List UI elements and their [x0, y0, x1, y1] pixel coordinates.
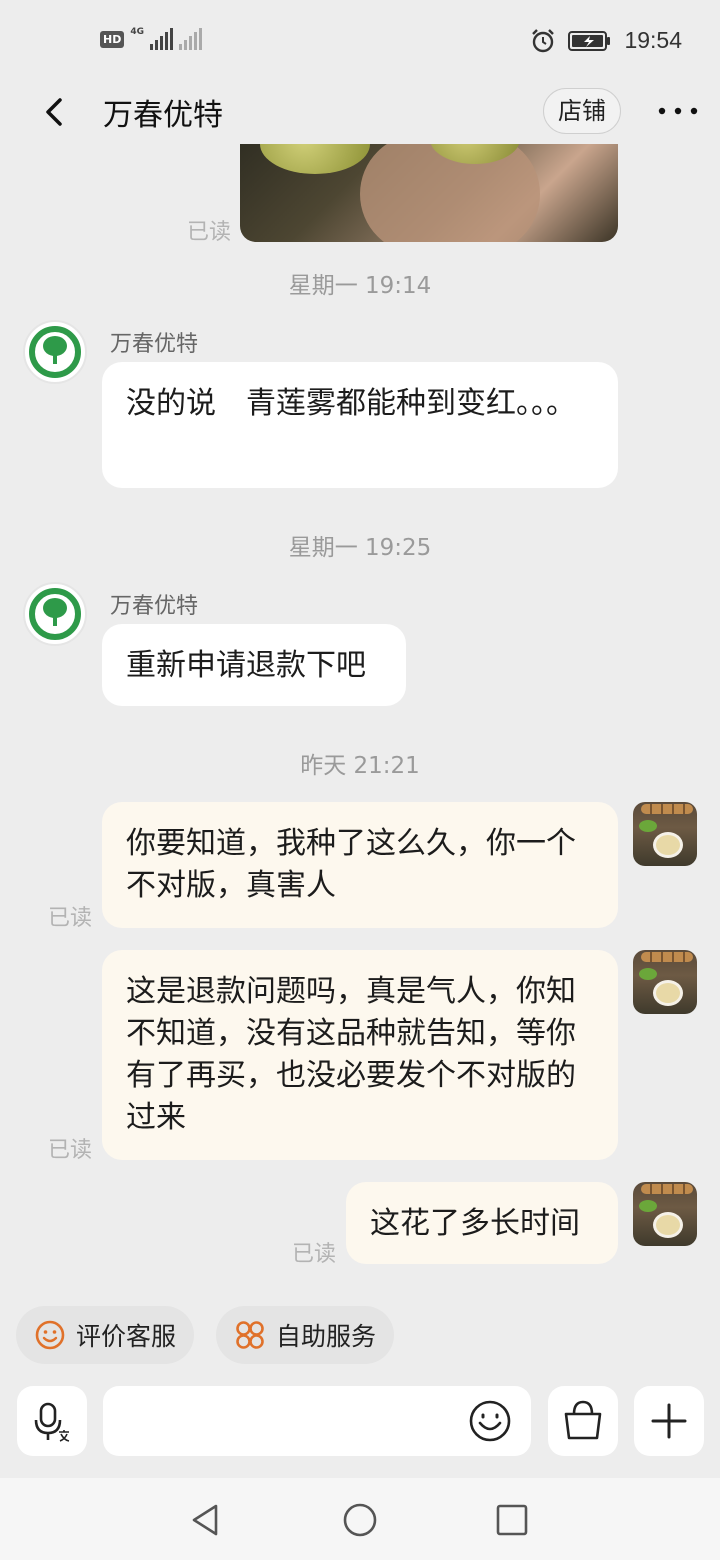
status-bar: HD 4G 19:54 [0, 0, 720, 84]
timestamp: 星期一 19:14 [288, 273, 432, 299]
outgoing-message[interactable]: 这花了多长时间 [346, 1182, 618, 1264]
self-service-button[interactable]: 自助服务 [216, 1306, 395, 1364]
smile-icon [35, 1320, 65, 1350]
chat-header: 万春优特 店铺 [0, 84, 720, 144]
chat-title: 万春优特 [103, 98, 223, 133]
alarm-icon [532, 28, 555, 52]
image-message[interactable] [240, 144, 618, 242]
incoming-message[interactable]: 重新申请退款下吧 [102, 624, 406, 706]
more-actions-button[interactable] [634, 1386, 704, 1456]
self-service-label: 自助服务 [276, 1322, 377, 1351]
outgoing-message[interactable]: 你要知道，我种了这么久，你一个不对版，真害人 [102, 802, 618, 928]
voice-icon [34, 1402, 70, 1442]
sender-name: 万春优特 [110, 594, 199, 619]
read-receipt: 已读 [48, 906, 93, 931]
voice-button[interactable] [17, 1386, 87, 1456]
emoji-icon[interactable] [468, 1399, 512, 1443]
user-avatar[interactable] [633, 802, 697, 866]
incoming-message[interactable]: 没的说 青莲雾都能种到变红。。。 [102, 362, 618, 488]
signal-icon [150, 28, 173, 50]
status-right: 19:54 [530, 27, 682, 54]
nav-recents-icon[interactable] [492, 1500, 532, 1540]
battery-icon [568, 30, 611, 51]
rate-service-button[interactable]: 评价客服 [16, 1306, 195, 1364]
sender-name: 万春优特 [110, 332, 199, 357]
outgoing-message[interactable]: 这是退款问题吗，真是气人，你知不知道，没有这品种就告知，等你有了再买，也没必要发… [102, 950, 618, 1160]
merchant-avatar[interactable] [23, 582, 87, 646]
bag-icon [564, 1400, 602, 1440]
user-avatar[interactable] [633, 1182, 697, 1246]
nav-home-icon[interactable] [340, 1500, 380, 1540]
timestamp: 昨天 21:21 [300, 753, 420, 779]
message-list[interactable]: 已读 星期一 19:14 万春优特 没的说 青莲雾都能种到变红。。。 星期一 1… [0, 144, 720, 1294]
quick-actions: 评价客服 自助服务 [16, 1306, 395, 1364]
shop-button[interactable]: 店铺 [543, 88, 621, 134]
network-type: 4G [130, 27, 144, 37]
read-receipt: 已读 [292, 1242, 337, 1267]
message-input[interactable] [103, 1386, 531, 1456]
system-navigation-bar [0, 1478, 720, 1560]
back-icon[interactable] [36, 92, 76, 132]
hd-badge: HD [100, 30, 125, 48]
rate-service-label: 评价客服 [76, 1322, 177, 1351]
input-bar [0, 1378, 720, 1470]
more-icon[interactable] [656, 106, 700, 116]
merchant-avatar[interactable] [23, 320, 87, 384]
timestamp: 星期一 19:25 [288, 535, 432, 561]
status-left: HD 4G [100, 28, 202, 50]
read-receipt: 已读 [187, 220, 232, 245]
nav-back-icon[interactable] [186, 1500, 226, 1540]
shopping-bag-button[interactable] [548, 1386, 618, 1456]
signal-secondary-icon [179, 28, 202, 50]
plus-icon [651, 1403, 687, 1439]
read-receipt: 已读 [48, 1138, 93, 1163]
clock: 19:54 [624, 27, 682, 53]
user-avatar[interactable] [633, 950, 697, 1014]
grid-icon [236, 1321, 264, 1349]
